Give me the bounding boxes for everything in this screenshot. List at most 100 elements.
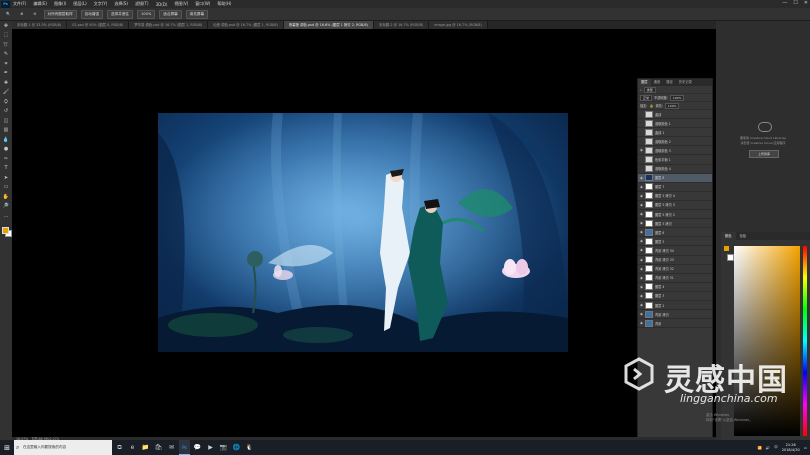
zoom-in-icon[interactable]: ⊕	[17, 11, 26, 18]
fill-screen-button[interactable]: 填充屏幕	[185, 9, 209, 19]
mail-icon[interactable]: ✉	[166, 440, 177, 455]
document-image[interactable]	[158, 113, 568, 352]
fill-input[interactable]: 100%	[664, 102, 680, 109]
visibility-eye-icon[interactable]: ◉	[638, 230, 645, 234]
photoshop-icon[interactable]: Ps	[179, 440, 190, 455]
layer-row[interactable]: ◉ 图层 8	[638, 173, 712, 183]
gradient-tool-icon[interactable]: ▥	[0, 126, 12, 136]
pen-tool-icon[interactable]: ✑	[0, 154, 12, 164]
taskbar-search[interactable]: 在这里输入你要搜索的内容	[14, 440, 112, 455]
layer-row[interactable]: 曲线	[638, 110, 712, 120]
fit-screen-button[interactable]: 适合屏幕	[159, 9, 182, 19]
eraser-tool-icon[interactable]: ◫	[0, 116, 12, 126]
layer-filter-select[interactable]: 类型	[643, 86, 656, 93]
document-tab[interactable]: 未标题-2 @ 16.7% (RGB/8)	[374, 21, 430, 29]
brush-tool-icon[interactable]: 🖌	[0, 88, 12, 98]
path-select-tool-icon[interactable]: ➤	[0, 173, 12, 183]
start-button[interactable]: ⊞	[0, 440, 14, 455]
visibility-eye-icon[interactable]: ◉	[638, 258, 645, 262]
opacity-input[interactable]: 100%	[669, 94, 685, 101]
type-tool-icon[interactable]: T	[0, 164, 12, 174]
refine-button[interactable]: 选择并遮住	[107, 9, 134, 19]
visibility-eye-icon[interactable]: ◉	[638, 276, 645, 280]
color-fg-swatch[interactable]	[724, 246, 729, 251]
edge-icon[interactable]: e	[127, 440, 138, 455]
document-tab[interactable]: image.jpg @ 16.7% (RGB/8)	[429, 21, 488, 29]
document-tab[interactable]: 梦华录 调色.psd @ 16.7% (图层 1, RGB/8)	[129, 21, 209, 29]
layer-row[interactable]: ◉ 背景 拷贝 32	[638, 265, 712, 274]
blur-tool-icon[interactable]: 💧	[0, 135, 12, 145]
visibility-eye-icon[interactable]: ◉	[638, 221, 645, 225]
quick-select-tool-icon[interactable]: ✎	[0, 50, 12, 60]
layer-row[interactable]: ◉ 背景 拷贝	[638, 310, 712, 320]
quick-select-icon[interactable]: 🔍	[3, 11, 13, 18]
layer-row[interactable]: ◉ 图层 4	[638, 283, 712, 292]
hue-slider[interactable]	[803, 246, 807, 436]
layer-row[interactable]: 选取颜色 4	[638, 165, 712, 174]
minimize-button[interactable]: —	[782, 0, 787, 6]
document-tab[interactable]: 夜幕莲 调色.psd @ 16.6% (图层 1 拷贝 2, RGB/8)	[283, 21, 375, 29]
hand-tool-icon[interactable]: ✋	[0, 192, 12, 202]
visibility-eye-icon[interactable]: ◉	[638, 176, 645, 180]
menu-view[interactable]: 视图(V)	[174, 1, 188, 7]
layer-row[interactable]: ◉ 图层 3	[638, 292, 712, 301]
media-icon[interactable]: ▶	[205, 440, 216, 455]
visibility-eye-icon[interactable]: ◉	[638, 285, 645, 289]
layer-row[interactable]: ◉ 图层 5 拷贝	[638, 219, 712, 229]
zoom-tool-icon[interactable]: 🔎	[0, 202, 12, 212]
history-brush-icon[interactable]: ↺	[0, 107, 12, 117]
store-icon[interactable]: 🛍	[153, 440, 164, 455]
menu-help[interactable]: 帮助(H)	[217, 1, 231, 7]
maximize-button[interactable]: ☐	[793, 0, 797, 6]
menu-window[interactable]: 窗口(W)	[195, 1, 210, 7]
color-bg-swatch[interactable]	[727, 254, 734, 261]
clock[interactable]: 21:26 2018/4/30	[782, 443, 800, 453]
menu-file[interactable]: 文件(F)	[13, 1, 26, 7]
tab-layers[interactable]: 图层	[638, 79, 651, 86]
notification-icon[interactable]: ▭	[804, 446, 807, 450]
tab-color[interactable]: 颜色	[721, 232, 736, 240]
input-language[interactable]: 中	[774, 445, 778, 450]
visibility-eye-icon[interactable]: ◉	[638, 248, 645, 252]
move-tool-icon[interactable]: ✥	[0, 21, 12, 31]
document-tab[interactable]: 仙侠 调色.psd @ 16.7% (图层 1, RGB/8)	[208, 21, 284, 29]
dodge-tool-icon[interactable]: ●	[0, 145, 12, 155]
healing-tool-icon[interactable]: ✚	[0, 78, 12, 88]
visibility-eye-icon[interactable]: ◉	[638, 321, 645, 325]
visibility-eye-icon[interactable]: ◉	[638, 148, 645, 152]
visibility-eye-icon[interactable]: ◉	[638, 312, 645, 316]
menu-select[interactable]: 选择(S)	[114, 1, 128, 7]
layer-row[interactable]: ◉ 图层 5 拷贝 3	[638, 201, 712, 211]
marquee-tool-icon[interactable]: ⬚	[0, 31, 12, 41]
layer-row[interactable]: ◉ 图层 7	[638, 183, 712, 192]
layer-row[interactable]: ◉ 图层 6	[638, 228, 712, 238]
shape-tool-icon[interactable]: ▭	[0, 183, 12, 193]
eyedropper-tool-icon[interactable]: ✒	[0, 69, 12, 79]
layer-row[interactable]: ◉ 图层 5 拷贝 2	[638, 210, 712, 220]
layer-row[interactable]: ◉ 背景 拷贝 34	[638, 246, 712, 256]
layer-row[interactable]: ◉ 图层 2	[638, 301, 712, 311]
visibility-eye-icon[interactable]: ◉	[638, 203, 645, 207]
zoom-100-button[interactable]: 100%	[137, 9, 156, 19]
layer-row[interactable]: 选取颜色 2	[638, 137, 712, 147]
task-view-icon[interactable]: ⧉	[114, 440, 125, 455]
document-tab[interactable]: 未标题-1 @ 33.3% (RGB/8)	[12, 21, 68, 29]
visibility-eye-icon[interactable]: ◉	[638, 194, 645, 198]
lock-icon[interactable]: 🔒	[649, 104, 653, 108]
network-tray-icon[interactable]: 📶	[758, 446, 762, 450]
layer-row[interactable]: 色彩平衡 1	[638, 155, 712, 165]
wechat-icon[interactable]: 💬	[192, 440, 203, 455]
menu-3d[interactable]: 3D(D)	[156, 2, 168, 7]
visibility-eye-icon[interactable]: ◉	[638, 303, 645, 307]
qq-icon[interactable]: 🐧	[244, 440, 255, 455]
more-tools-icon[interactable]: …	[0, 211, 12, 221]
folder-icon[interactable]: 📁	[140, 440, 151, 455]
menu-filter[interactable]: 滤镜(T)	[135, 1, 149, 7]
menu-image[interactable]: 图像(I)	[54, 1, 66, 7]
network-icon[interactable]: 🌐	[231, 440, 242, 455]
crop-tool-icon[interactable]: ⌗	[0, 59, 12, 69]
tab-swatches[interactable]: 色板	[736, 232, 751, 240]
visibility-eye-icon[interactable]: ◉	[638, 294, 645, 298]
tab-history[interactable]: 历史记录	[676, 79, 695, 86]
upload-library-button[interactable]: 上传到库	[749, 150, 779, 158]
